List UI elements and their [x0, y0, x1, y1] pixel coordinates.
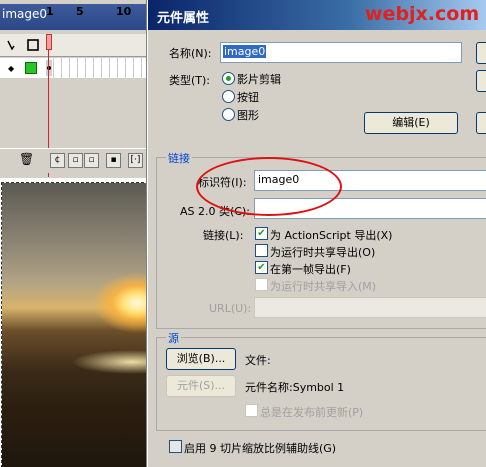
trash-icon[interactable]: 🗑: [19, 152, 34, 166]
sunset-bitmap[interactable]: [1, 182, 149, 467]
source-group-title: 源: [166, 330, 181, 346]
help-button-partial[interactable]: [476, 112, 486, 134]
export-first-frame-label: 在第一帧导出(F): [270, 263, 351, 276]
browse-button[interactable]: 浏览(B)...: [166, 348, 236, 370]
watermark: webjx.com: [365, 3, 480, 25]
lock-outline-icon: [27, 39, 39, 51]
radio-graphic-label: 图形: [237, 109, 259, 122]
radio-movie-clip[interactable]: [222, 72, 235, 85]
name-field[interactable]: image0: [220, 42, 462, 63]
radio-graphic[interactable]: [222, 108, 235, 121]
export-actionscript-label: 为 ActionScript 导出(X): [270, 229, 393, 242]
eye-icon: [7, 40, 15, 51]
timeline-empty-area: [0, 78, 150, 148]
url-label: URL(U):: [209, 302, 252, 315]
modify-onion-markers-icon[interactable]: [·]: [128, 153, 143, 168]
name-label: 名称(N):: [169, 47, 212, 60]
import-runtime-sharing-checkbox: [255, 278, 268, 291]
always-update-label: 总是在发布前更新(P): [260, 406, 364, 419]
frame-number-5: 5: [76, 5, 84, 18]
edit-button[interactable]: 编辑(E): [364, 112, 458, 134]
timeline-header-icons: [7, 39, 39, 51]
nine-slice-label: 启用 9 切片缩放比例辅助线(G): [184, 442, 337, 455]
export-runtime-sharing-checkbox[interactable]: [255, 244, 268, 257]
center-frame-icon[interactable]: ¢: [50, 153, 65, 168]
onion-skin-icon[interactable]: ▫: [68, 153, 83, 168]
url-field: [254, 297, 486, 318]
frame-grid[interactable]: [46, 58, 150, 78]
file-label: 文件:: [245, 354, 271, 367]
dialog-title: 元件属性: [157, 11, 210, 26]
linkage-label: 链接(L):: [203, 229, 244, 242]
export-actionscript-checkbox[interactable]: ✔: [255, 227, 268, 240]
import-runtime-sharing-label: 为运行时共享导入(M): [270, 280, 377, 293]
radio-button-label: 按钮: [237, 91, 259, 104]
cancel-button-partial[interactable]: [476, 70, 486, 92]
ok-button-partial[interactable]: [476, 42, 486, 64]
name-field-value: image0: [223, 45, 267, 58]
always-update-checkbox: [245, 404, 258, 417]
nine-slice-checkbox[interactable]: [169, 440, 182, 453]
layer-visible-dot-icon[interactable]: ◆: [8, 64, 14, 73]
frame-number-1: 1: [46, 5, 54, 18]
linkage-group-title: 链接: [166, 150, 192, 166]
export-first-frame-checkbox[interactable]: ✔: [255, 261, 268, 274]
symbol-button: 元件(S)...: [166, 375, 236, 397]
type-label: 类型(T):: [169, 74, 211, 87]
onion-skin-outlines-icon[interactable]: ▫: [84, 153, 99, 168]
layer-name: image0: [2, 7, 48, 21]
export-runtime-sharing-label: 为运行时共享导出(O): [270, 246, 376, 259]
edit-multiple-frames-icon[interactable]: ▪: [106, 153, 121, 168]
radio-movie-clip-label: 影片剪辑: [237, 73, 281, 86]
symbol-name-label: 元件名称:Symbol 1: [245, 381, 345, 394]
frame-number-10: 10: [116, 5, 132, 18]
water-reflection: [2, 350, 148, 380]
layer-outline-color-icon[interactable]: [25, 62, 37, 74]
radio-button[interactable]: [222, 90, 235, 103]
annotation-ellipse: [196, 157, 342, 216]
